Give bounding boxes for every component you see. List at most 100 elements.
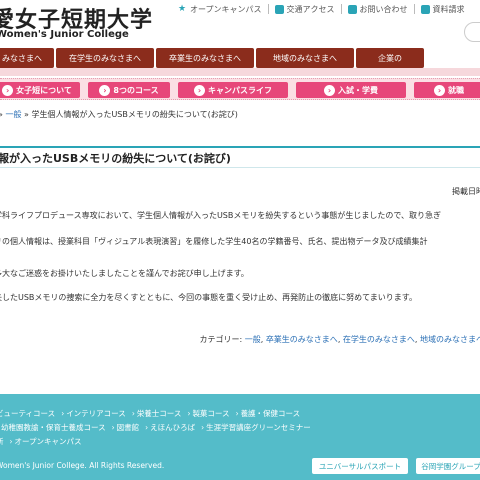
subnav-courses[interactable]: › 8つのコース (88, 82, 170, 98)
subnav-about[interactable]: › 女子短について (0, 82, 80, 98)
footer-link-office[interactable]: 所 (0, 436, 4, 447)
chevron-right-icon: › (324, 84, 335, 96)
footer-link-interior[interactable]: › インテリアコース (61, 408, 126, 419)
util-divider (340, 4, 342, 14)
article-paragraph: リの個人情報は、授業科目「ヴィジュアル表現演習」を履修した学生40名の学籍番号、… (0, 237, 428, 246)
article-paragraph: 失したUSBメモリの捜索に全力を尽くすとともに、今回の事態を重く受け止め、再発防… (0, 293, 417, 302)
chevron-right-icon: › (131, 409, 135, 418)
footer-link-label: 図書館 (116, 423, 140, 432)
article-paragraph: 学科ライフプロデュース専攻において、学生個人情報が入ったUSBメモリを紛失すると… (0, 211, 442, 220)
chevron-right-icon: › (99, 84, 111, 96)
chevron-right-icon: › (111, 423, 115, 432)
category-row: カテゴリー: 一般, 卒業生のみなさまへ, 在学生のみなさまへ, 地域のみなさま… (199, 334, 480, 345)
footer-link-label: 生涯学習講座グリーンセミナー (206, 423, 311, 432)
footer-link-beauty[interactable]: ビューティコース (0, 408, 55, 419)
site-header: 愛女子短期大学 Women's Junior College ★ オープンキャン… (0, 0, 480, 48)
breadcrumb-link-general[interactable]: 一般 (5, 110, 21, 119)
breadcrumb-separator: » (0, 110, 3, 119)
footer-link-nutrition[interactable]: › 栄養士コース (132, 408, 182, 419)
util-brochure[interactable]: 資料請求 (420, 4, 465, 15)
footer-link-open-campus[interactable]: › オープンキャンパス (10, 436, 82, 447)
footer-link-label: 製菓コース (192, 409, 230, 418)
util-contact[interactable]: お問い合わせ (347, 4, 408, 15)
subnav-admissions[interactable]: › 入試・学費 (296, 82, 406, 98)
chevron-right-icon: › (201, 423, 205, 432)
document-icon (420, 4, 430, 14)
chevron-right-icon: › (194, 84, 205, 96)
nav-community[interactable]: 地域のみなさまへ (256, 48, 354, 68)
nav-alumni[interactable]: 卒業生のみなさまへ (156, 48, 254, 68)
footer-link-label: 幼稚園教諭・保育士養成コース (1, 423, 106, 432)
footer-links-row-3: 所 ›オープンキャンパス (0, 436, 82, 447)
nav-current-students[interactable]: 在学生のみなさまへ (56, 48, 154, 68)
chevron-right-icon: › (9, 437, 13, 446)
main-nav: みなさまへ 在学生のみなさまへ 卒業生のみなさまへ 地域のみなさまへ 企業の (0, 48, 480, 68)
nav-everyone-label: みなさまへ (2, 53, 42, 63)
subnav-campus-life-label: キャンパスライフ (208, 85, 272, 95)
universal-passport-label: ユニバーサルパスポート (318, 461, 402, 471)
subnav-careers-label: 就職 (448, 85, 464, 95)
nav-alumni-label: 卒業生のみなさまへ (169, 53, 241, 63)
util-contact-label: お問い合わせ (359, 4, 408, 14)
breadcrumb-separator: » (24, 110, 29, 119)
site-logo-english[interactable]: Women's Junior College (0, 29, 129, 40)
footer-link-label: オープンキャンパス (14, 437, 82, 446)
footer-link-label: 養護・保健コース (240, 409, 301, 418)
category-link-community[interactable]: 地域のみなさまへ (420, 335, 480, 344)
nav-current-students-label: 在学生のみなさまへ (69, 53, 141, 63)
nav-accent-bar (0, 68, 480, 76)
footer-link-label: 所 (0, 436, 4, 447)
category-link-alumni[interactable]: 卒業生のみなさまへ (266, 335, 338, 344)
subnav-courses-label: 8つのコース (113, 85, 159, 95)
train-icon (274, 4, 284, 14)
category-link-students[interactable]: 在学生のみなさまへ (343, 335, 415, 344)
subnav-about-label: 女子短について (16, 85, 72, 95)
chevron-right-icon: › (61, 409, 65, 418)
footer-link-label: インテリアコース (66, 409, 126, 418)
search-box[interactable] (464, 22, 480, 42)
group-link-label: 谷岡学園グループ (421, 461, 480, 471)
chevron-right-icon: › (2, 84, 14, 96)
nav-companies-label: 企業の (378, 53, 402, 63)
copyright: Women's Junior College. All Rights Reser… (0, 461, 165, 470)
phone-icon (347, 4, 357, 14)
nav-everyone[interactable]: みなさまへ (0, 48, 54, 68)
group-link-button[interactable]: 谷岡学園グループ (416, 458, 480, 474)
post-date-label: 掲載日時 (452, 187, 480, 196)
breadcrumb: » 一般 » 学生個人情報が入ったUSBメモリの紛失について(お詫び) (0, 109, 238, 120)
footer-link-library[interactable]: › 図書館 (112, 422, 140, 433)
subnav-admissions-label: 入試・学費 (338, 85, 378, 95)
util-divider (267, 4, 269, 14)
star-icon: ★ (178, 3, 187, 14)
footer-link-health[interactable]: › 養護・保健コース (236, 408, 301, 419)
util-access-label: 交通アクセス (286, 4, 335, 14)
chevron-right-icon: › (145, 423, 149, 432)
sub-nav: › 女子短について › 8つのコース › キャンパスライフ › 入試・学費 › … (0, 78, 480, 100)
util-brochure-label: 資料請求 (432, 4, 465, 14)
breadcrumb-current: 学生個人情報が入ったUSBメモリの紛失について(お詫び) (31, 110, 238, 119)
subnav-campus-life[interactable]: › キャンパスライフ (178, 82, 288, 98)
chevron-right-icon: › (235, 409, 239, 418)
footer-link-label: えほんひろば (150, 423, 196, 432)
util-open-campus-label: オープンキャンパス (190, 4, 262, 14)
category-label: カテゴリー: (199, 335, 243, 344)
footer-link-confectionery[interactable]: › 製菓コース (187, 408, 229, 419)
footer-links-row-1: ビューティコース › インテリアコース › 栄養士コース › 製菓コース › 養護・保健… (0, 408, 300, 419)
category-link-general[interactable]: 一般 (245, 335, 261, 344)
article-paragraph: 多大なご迷惑をお掛けいたしましたことを謹んでお詫び申し上げます。 (0, 269, 249, 278)
footer-links-row-2: ›幼稚園教諭・保育士養成コース ›図書館 ›えほんひろば ›生涯学習講座グリーン… (0, 422, 311, 433)
nav-companies[interactable]: 企業の (356, 48, 424, 68)
util-access[interactable]: 交通アクセス (274, 4, 335, 15)
universal-passport-button[interactable]: ユニバーサルパスポート (312, 458, 408, 474)
footer-link-seminar[interactable]: › 生涯学習講座グリーンセミナー (201, 422, 311, 433)
utility-links: ★ オープンキャンパス 交通アクセス お問い合わせ 資料請求 (178, 2, 465, 16)
footer-link-childcare[interactable]: ›幼稚園教諭・保育士養成コース (0, 422, 106, 433)
article-title: 報が入ったUSBメモリの紛失について(お詫び) (0, 152, 231, 165)
util-divider (413, 4, 415, 14)
util-open-campus[interactable]: ★ オープンキャンパス (178, 4, 262, 15)
footer-link-picturebook[interactable]: › えほんひろば (145, 422, 195, 433)
footer-link-label: ビューティコース (0, 409, 56, 418)
chevron-right-icon: › (434, 84, 445, 96)
subnav-careers[interactable]: › 就職 (414, 82, 480, 98)
footer-link-label: 栄養士コース (136, 409, 182, 418)
